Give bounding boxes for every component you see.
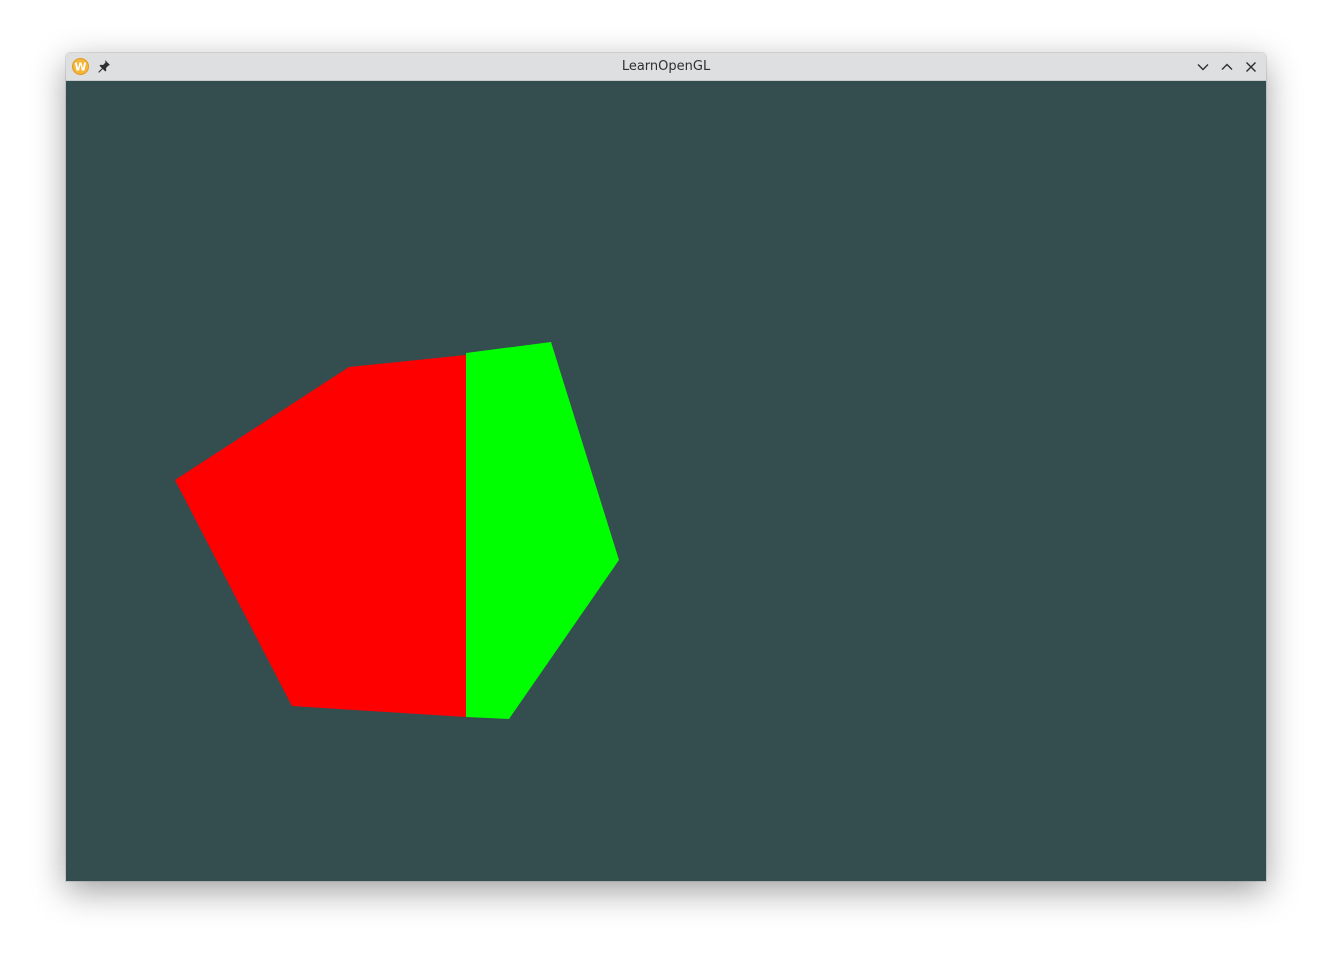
app-window: W LearnOpenGL [66,53,1266,881]
render-canvas [66,81,1266,881]
svg-text:W: W [74,61,86,74]
title-bar[interactable]: W LearnOpenGL [66,53,1266,81]
pin-icon[interactable] [97,59,111,73]
close-icon[interactable] [1243,59,1259,75]
opengl-viewport[interactable] [66,81,1266,881]
window-title: LearnOpenGL [621,59,711,74]
minimize-icon[interactable] [1195,59,1211,75]
maximize-icon[interactable] [1219,59,1235,75]
wayland-w-icon[interactable]: W [72,58,89,75]
